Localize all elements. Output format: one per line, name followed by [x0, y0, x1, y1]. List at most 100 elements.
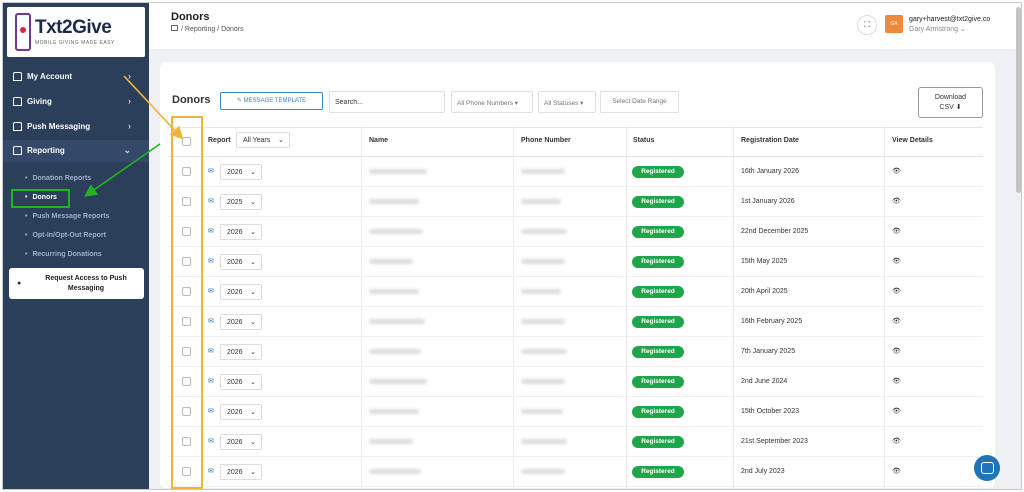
donor-name-redacted	[369, 289, 419, 294]
donor-phone-redacted	[521, 349, 567, 354]
report-year-filter[interactable]: All Years ⌄	[236, 132, 290, 148]
chevron-down-icon: ⌄	[278, 137, 284, 144]
page-scrollbar[interactable]	[1016, 7, 1021, 193]
mail-icon[interactable]: ✉	[208, 407, 214, 415]
row-year-select[interactable]: 2025 ⌄	[220, 194, 262, 210]
eye-icon[interactable]: 👁	[892, 437, 901, 445]
row-year-select[interactable]: 2026 ⌄	[220, 314, 262, 330]
fullscreen-icon[interactable]: ⛶	[857, 15, 877, 35]
avatar[interactable]: GA	[885, 15, 903, 33]
breadcrumb-text[interactable]: / Reporting / Donors	[181, 26, 244, 33]
mail-icon[interactable]: ✉	[208, 317, 214, 325]
chevron-down-icon: ⌄	[250, 169, 256, 176]
sidebar-item-reporting[interactable]: Reporting ⌄	[3, 140, 149, 162]
row-divider	[168, 426, 983, 427]
row-year-select[interactable]: 2026 ⌄	[220, 254, 262, 270]
sidebar-sub-push-message-reports[interactable]: Push Message Reports	[25, 213, 109, 220]
row-year-select[interactable]: 2026 ⌄	[220, 434, 262, 450]
eye-icon[interactable]: 👁	[892, 377, 901, 385]
row-year-select[interactable]: 2026 ⌄	[220, 344, 262, 360]
home-icon	[13, 97, 22, 106]
mail-icon[interactable]: ✉	[208, 377, 214, 385]
eye-icon[interactable]: 👁	[892, 257, 901, 265]
sidebar-item-giving[interactable]: Giving ›	[3, 91, 149, 113]
home-icon	[13, 146, 22, 155]
chevron-down-icon: ⌄	[250, 259, 256, 266]
status-filter[interactable]: All Statuses ▾	[538, 91, 596, 113]
eye-icon[interactable]: 👁	[892, 167, 901, 175]
mail-icon[interactable]: ✉	[208, 167, 214, 175]
home-icon[interactable]	[171, 25, 178, 31]
eye-icon[interactable]: 👁	[892, 407, 901, 415]
mail-icon[interactable]: ✉	[208, 347, 214, 355]
eye-icon[interactable]: 👁	[892, 347, 901, 355]
donor-phone-redacted	[521, 319, 565, 324]
donor-phone-redacted	[521, 409, 563, 414]
mail-icon[interactable]: ✉	[208, 287, 214, 295]
row-year-select[interactable]: 2026 ⌄	[220, 164, 262, 180]
row-divider	[168, 246, 983, 247]
table-header-border	[168, 156, 983, 157]
sidebar-sub-opt-in-report[interactable]: Opt-In/Opt-Out Report	[25, 232, 105, 239]
download-csv-button[interactable]: Download CSV ⬇	[918, 87, 983, 118]
sidebar-sub-recurring-donations[interactable]: Recurring Donations	[25, 251, 101, 258]
donor-phone-redacted	[521, 289, 561, 294]
row-year-select[interactable]: 2026 ⌄	[220, 464, 262, 480]
status-badge: Registered	[632, 466, 684, 478]
sidebar-item-my-account[interactable]: My Account ›	[3, 66, 149, 88]
row-divider	[168, 336, 983, 337]
mail-icon[interactable]: ✉	[208, 197, 214, 205]
status-badge: Registered	[632, 406, 684, 418]
donor-phone-redacted	[521, 169, 565, 174]
sidebar-item-label: Giving	[27, 97, 52, 106]
status-badge: Registered	[632, 166, 684, 178]
row-year-select[interactable]: 2026 ⌄	[220, 284, 262, 300]
chevron-down-icon: ⌄	[123, 145, 131, 155]
row-year-value: 2026	[227, 439, 243, 446]
column-divider	[513, 127, 514, 488]
breadcrumb: / Reporting / Donors	[171, 25, 244, 33]
row-year-select[interactable]: 2026 ⌄	[220, 374, 262, 390]
row-divider	[168, 366, 983, 367]
eye-icon[interactable]: 👁	[892, 227, 901, 235]
status-badge: Registered	[632, 226, 684, 238]
column-header-registration-date[interactable]: Registration Date	[741, 137, 799, 144]
mail-icon[interactable]: ✉	[208, 467, 214, 475]
chevron-down-icon: ⌄	[250, 229, 256, 236]
mail-icon[interactable]: ✉	[208, 257, 214, 265]
request-button-label: Request Access to Push Messaging	[45, 275, 127, 292]
phone-heart-icon	[15, 13, 31, 51]
column-divider	[361, 127, 362, 488]
top-header: Donors / Reporting / Donors ⛶ GA gary+ha…	[149, 3, 1021, 49]
row-year-value: 2025	[227, 199, 243, 206]
user-email[interactable]: gary+harvest@txt2give.co	[909, 16, 990, 23]
chat-icon: ●	[17, 280, 22, 287]
eye-icon[interactable]: 👁	[892, 467, 901, 475]
mail-icon[interactable]: ✉	[208, 227, 214, 235]
request-push-access-button[interactable]: ● Request Access to Push Messaging	[9, 268, 144, 299]
status-badge: Registered	[632, 196, 684, 208]
message-template-button[interactable]: ✎ MESSAGE TEMPLATE	[220, 92, 323, 110]
row-year-value: 2026	[227, 349, 243, 356]
donor-name-redacted	[369, 349, 421, 354]
user-name[interactable]: Gary Armstrong ⌄	[909, 25, 966, 33]
eye-icon[interactable]: 👁	[892, 317, 901, 325]
sidebar-item-push-messaging[interactable]: Push Messaging ›	[3, 116, 149, 138]
donor-phone-redacted	[521, 379, 565, 384]
column-header-status[interactable]: Status	[633, 137, 654, 144]
mail-icon[interactable]: ✉	[208, 437, 214, 445]
brand-logo[interactable]: Txt2Give MOBILE GIVING MADE EASY	[7, 7, 145, 57]
donor-phone-redacted	[521, 439, 567, 444]
column-header-phone[interactable]: Phone Number	[521, 137, 571, 144]
column-header-name[interactable]: Name	[369, 137, 388, 144]
eye-icon[interactable]: 👁	[892, 197, 901, 205]
row-year-select[interactable]: 2026 ⌄	[220, 404, 262, 420]
date-range-picker[interactable]: Select Date Range	[600, 91, 679, 113]
row-year-select[interactable]: 2026 ⌄	[220, 224, 262, 240]
sidebar-sub-donation-reports[interactable]: Donation Reports	[25, 175, 91, 182]
donor-name-redacted	[369, 229, 423, 234]
phone-number-filter[interactable]: All Phone Numbers ▾	[451, 91, 533, 113]
search-input[interactable]	[329, 91, 445, 113]
eye-icon[interactable]: 👁	[892, 287, 901, 295]
chat-icon[interactable]	[974, 455, 1000, 481]
